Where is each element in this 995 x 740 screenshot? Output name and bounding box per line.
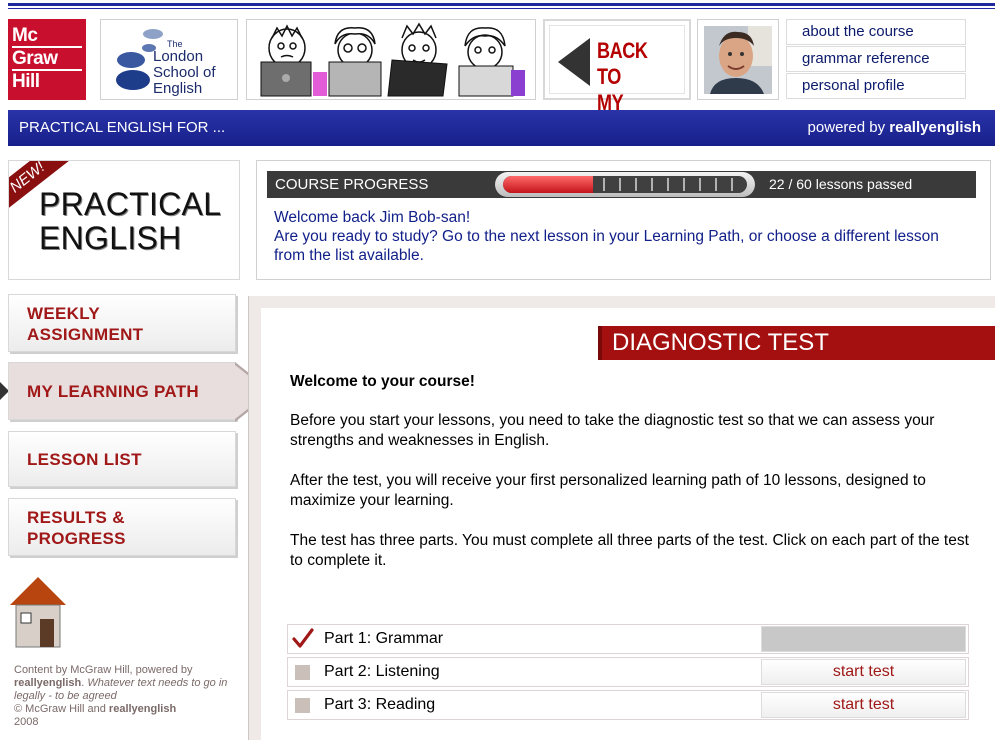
nav-results-progress[interactable]: RESULTS & PROGRESS [8, 498, 236, 556]
london-school-logo[interactable]: The London School of English [100, 19, 238, 100]
copyright-year: 2008 [14, 716, 39, 728]
course-title-line: PRACTICAL [39, 186, 222, 222]
powered-by-prefix: powered by [807, 119, 886, 136]
powered-by: powered by reallyenglish [808, 110, 981, 146]
incomplete-box-icon [295, 698, 310, 713]
back-label-line: BACK TO [597, 38, 648, 89]
back-to-my-page-button[interactable]: BACK TO MY PAGE [543, 19, 691, 141]
copyright-notice: Content by McGraw Hill, powered by reall… [14, 664, 228, 728]
start-test-button[interactable]: start test [761, 692, 966, 718]
nav-label-line: RESULTS & [27, 508, 125, 527]
school-name: The London School of English [153, 40, 216, 97]
students-laptops-image [260, 22, 525, 97]
page-title: DIAGNOSTIC TEST [598, 326, 995, 360]
home-icon[interactable] [8, 575, 68, 650]
progress-bar-inner [503, 176, 747, 193]
nav-lesson-list[interactable]: LESSON LIST [8, 431, 236, 487]
checkmark-icon [292, 628, 314, 648]
top-menu: about the course grammar reference perso… [786, 19, 966, 100]
copyright-brand: reallyenglish [108, 703, 177, 715]
intro-heading: Welcome to your course! [290, 373, 475, 390]
welcome-message: Welcome back Jim Bob-san! Are you ready … [274, 208, 974, 265]
diagnostic-intro: Welcome to your course! Before you start… [290, 372, 980, 591]
school-line: School of [153, 64, 216, 81]
test-part-row[interactable]: Part 2: Listening start test [287, 657, 969, 687]
course-bar-title: PRACTICAL ENGLISH FOR ... [19, 119, 226, 136]
school-line: English [153, 80, 203, 97]
course-logo-title: PRACTICAL ENGLISH [39, 187, 221, 255]
test-part-row[interactable]: Part 1: Grammar [287, 624, 969, 654]
test-part-row[interactable]: Part 3: Reading start test [287, 690, 969, 720]
logo-line: Graw [12, 48, 82, 71]
powered-by-brand: reallyenglish [889, 119, 981, 136]
progress-bar [495, 172, 755, 197]
user-avatar-image [704, 26, 772, 94]
intro-paragraph: After the test, you will receive your fi… [290, 472, 926, 509]
back-button-inner: BACK TO MY PAGE [549, 25, 685, 141]
logo-line: Hill [12, 71, 40, 92]
credit-text: Content by McGraw Hill, powered by [14, 664, 193, 676]
top-rule [8, 3, 995, 6]
nav-label-line: PROGRESS [27, 529, 126, 548]
mcgraw-hill-logo[interactable]: Mc Graw Hill [8, 19, 86, 100]
part-label: Part 3: Reading [324, 696, 436, 713]
logo-line: Mc [12, 25, 82, 48]
nav-label-line: MY LEARNING PATH [27, 382, 199, 401]
welcome-greeting: Welcome back Jim Bob-san! [274, 209, 471, 226]
nav-label-line: ASSIGNMENT [27, 325, 144, 344]
progress-header: COURSE PROGRESS 22 / 60 lessons passed [267, 171, 976, 198]
intro-paragraph: The test has three parts. You must compl… [290, 532, 969, 569]
top-rule-thin [8, 8, 995, 9]
menu-grammar-reference[interactable]: grammar reference [786, 46, 966, 72]
practical-english-logo: NEW! PRACTICAL ENGLISH [8, 160, 240, 280]
part-completed-indicator [761, 626, 966, 652]
welcome-instructions: Are you ready to study? Go to the next l… [274, 228, 939, 264]
incomplete-box-icon [295, 665, 310, 680]
credit-brand: reallyenglish [14, 677, 82, 689]
progress-label: COURSE PROGRESS [275, 176, 429, 193]
progress-ticks [603, 178, 733, 191]
avatar [704, 26, 772, 94]
menu-about-course[interactable]: about the course [786, 19, 966, 45]
course-title-bar: PRACTICAL ENGLISH FOR ... powered by rea… [8, 110, 995, 146]
part-label: Part 1: Grammar [324, 630, 444, 647]
students-cartoon [246, 19, 536, 100]
part-label: Part 2: Listening [324, 663, 440, 680]
nav-label-line: LESSON LIST [27, 450, 142, 469]
copyright-text: © McGraw Hill and [14, 703, 106, 715]
nav-my-learning-path[interactable]: MY LEARNING PATH [8, 362, 236, 420]
menu-personal-profile[interactable]: personal profile [786, 73, 966, 99]
progress-count: 22 / 60 lessons passed [769, 176, 913, 192]
back-arrow-icon [558, 38, 590, 86]
school-line: London [153, 48, 204, 65]
nav-weekly-assignment[interactable]: WEEKLY ASSIGNMENT [8, 294, 236, 352]
course-title-line: ENGLISH [39, 220, 182, 256]
nav-label-line: WEEKLY [27, 304, 100, 323]
course-progress-panel: COURSE PROGRESS 22 / 60 lessons passed W… [256, 160, 991, 280]
start-test-button[interactable]: start test [761, 659, 966, 685]
user-photo[interactable] [697, 19, 779, 100]
intro-paragraph: Before you start your lessons, you need … [290, 412, 935, 449]
